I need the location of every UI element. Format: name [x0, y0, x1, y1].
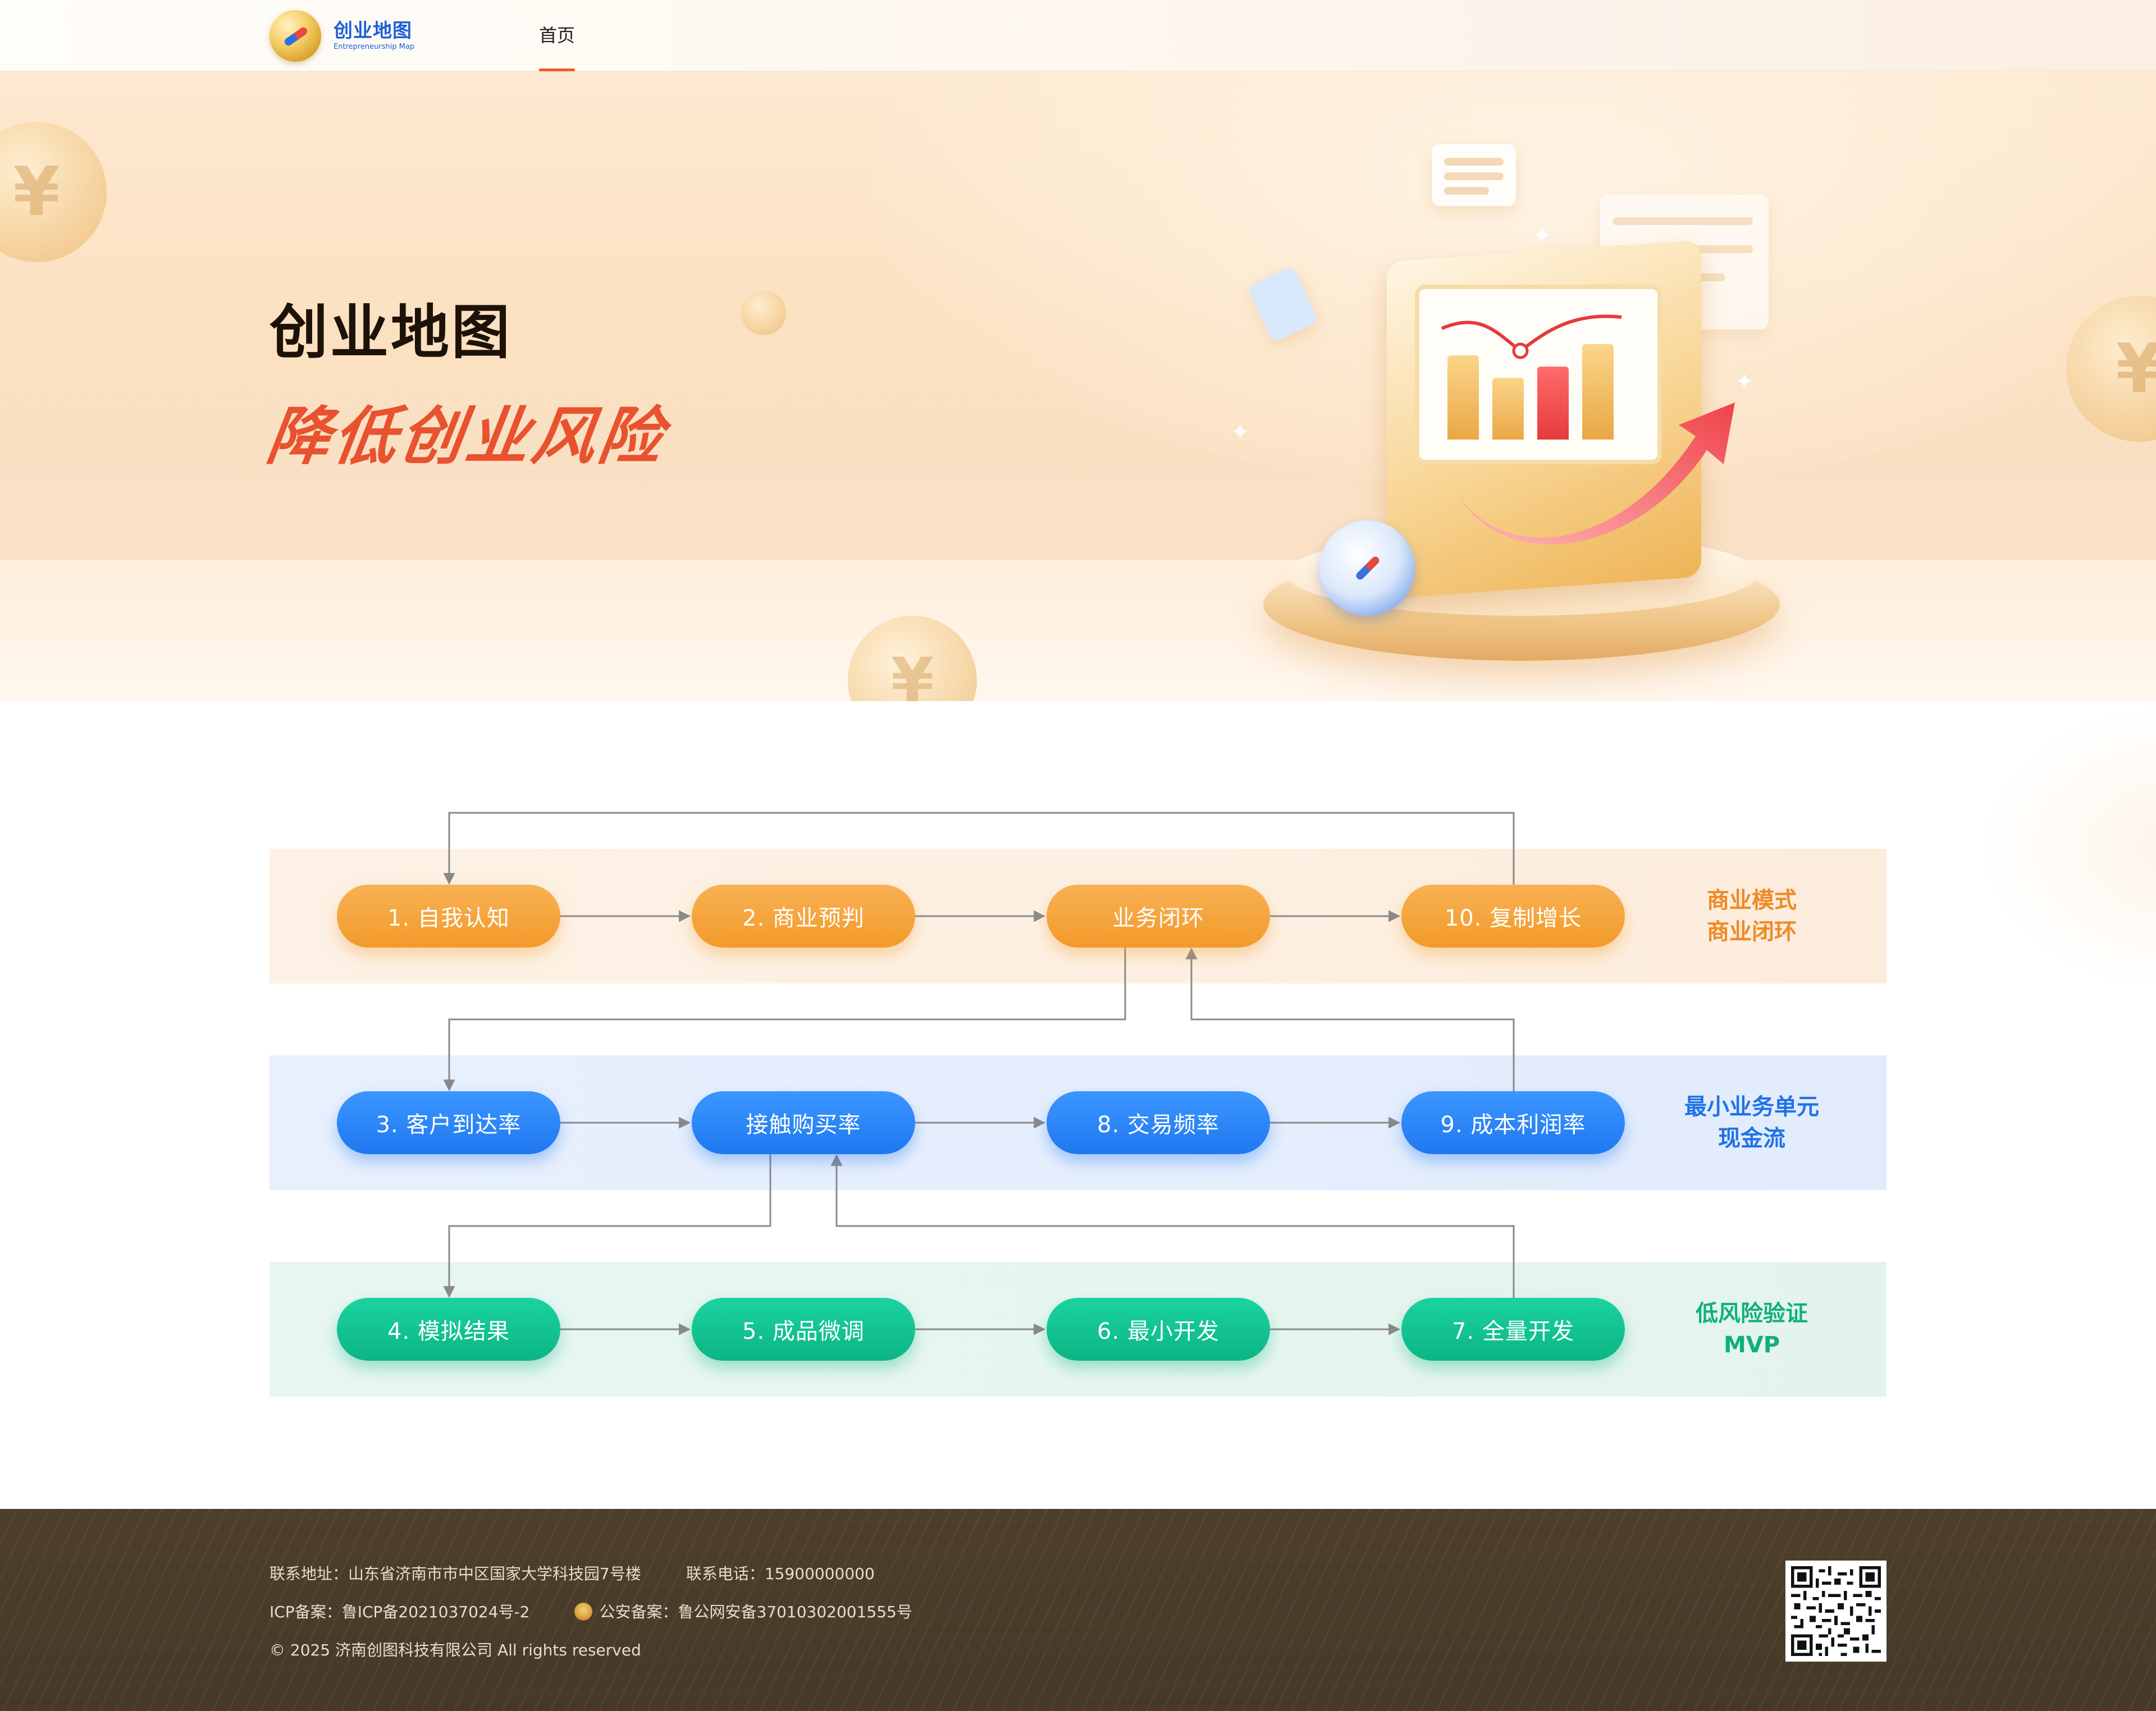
growth-chart-illustration: ✦ ✦ ✦ — [1230, 105, 1847, 701]
site-footer: 联系地址：山东省济南市市中区国家大学科技园7号楼 联系电话：15900000000… — [0, 1509, 2156, 1711]
footer-copyright: © 2025 济南创图科技有限公司 All rights reserved — [270, 1641, 641, 1659]
coin-decoration-icon: ¥ — [2066, 296, 2156, 442]
flow-node-replicate-growth[interactable]: 10. 复制增长 — [1401, 885, 1625, 948]
document-card-icon — [1432, 144, 1516, 206]
coin-decoration-icon: ¥ — [848, 616, 977, 701]
logo-title: 创业地图 — [334, 20, 412, 42]
compass-logo-icon — [270, 10, 321, 62]
band-label-mvp: 低风险验证 MVP — [1696, 1301, 1808, 1358]
footer-police-link[interactable]: 公安备案：鲁公网安备37010302001555号 — [599, 1603, 912, 1621]
flow-node-business-forecast[interactable]: 2. 商业预判 — [692, 885, 915, 948]
hero-banner: ¥ ¥ ¥ 创业地图 降低创业风险 ✦ ✦ ✦ — [0, 71, 2156, 701]
top-header: 创业地图 Entrepreneurship Map 首页 — [0, 0, 2156, 71]
flow-node-minimal-dev[interactable]: 6. 最小开发 — [1047, 1298, 1270, 1361]
police-badge-icon — [574, 1603, 593, 1621]
footer-phone: 联系电话：15900000000 — [686, 1564, 875, 1583]
flow-node-business-loop[interactable]: 业务闭环 — [1047, 885, 1270, 948]
compass-icon — [1319, 520, 1415, 616]
band-label-business-model: 商业模式 商业闭环 — [1707, 887, 1797, 945]
hero-subtitle: 降低创业风险 — [262, 400, 670, 473]
hero-title: 创业地图 — [270, 298, 513, 367]
flow-node-product-tuning[interactable]: 5. 成品微调 — [692, 1298, 915, 1361]
site-logo[interactable]: 创业地图 Entrepreneurship Map — [270, 10, 414, 62]
flow-node-customer-reach[interactable]: 3. 客户到达率 — [337, 1091, 560, 1154]
paper-note-icon — [1246, 266, 1319, 343]
flow-node-simulate-result[interactable]: 4. 模拟结果 — [337, 1298, 560, 1361]
qr-code-icon — [1785, 1561, 1886, 1662]
footer-icp-link[interactable]: ICP备案：鲁ICP备2021037024号-2 — [270, 1603, 529, 1621]
footer-address: 联系地址：山东省济南市市中区国家大学科技园7号楼 — [270, 1564, 641, 1583]
flow-node-purchase-rate[interactable]: 接触购买率 — [692, 1091, 915, 1154]
band-label-min-unit: 最小业务单元 现金流 — [1684, 1094, 1819, 1151]
logo-subtitle: Entrepreneurship Map — [334, 43, 415, 51]
coin-decoration-icon — [741, 290, 786, 335]
flow-node-trade-frequency[interactable]: 8. 交易频率 — [1047, 1091, 1270, 1154]
flow-node-cost-profit[interactable]: 9. 成本利润率 — [1401, 1091, 1625, 1154]
nav-home-link[interactable]: 首页 — [539, 0, 575, 71]
coin-decoration-icon: ¥ — [0, 122, 107, 262]
flow-node-full-dev[interactable]: 7. 全量开发 — [1401, 1298, 1625, 1361]
flow-node-self-awareness[interactable]: 1. 自我认知 — [337, 885, 560, 948]
